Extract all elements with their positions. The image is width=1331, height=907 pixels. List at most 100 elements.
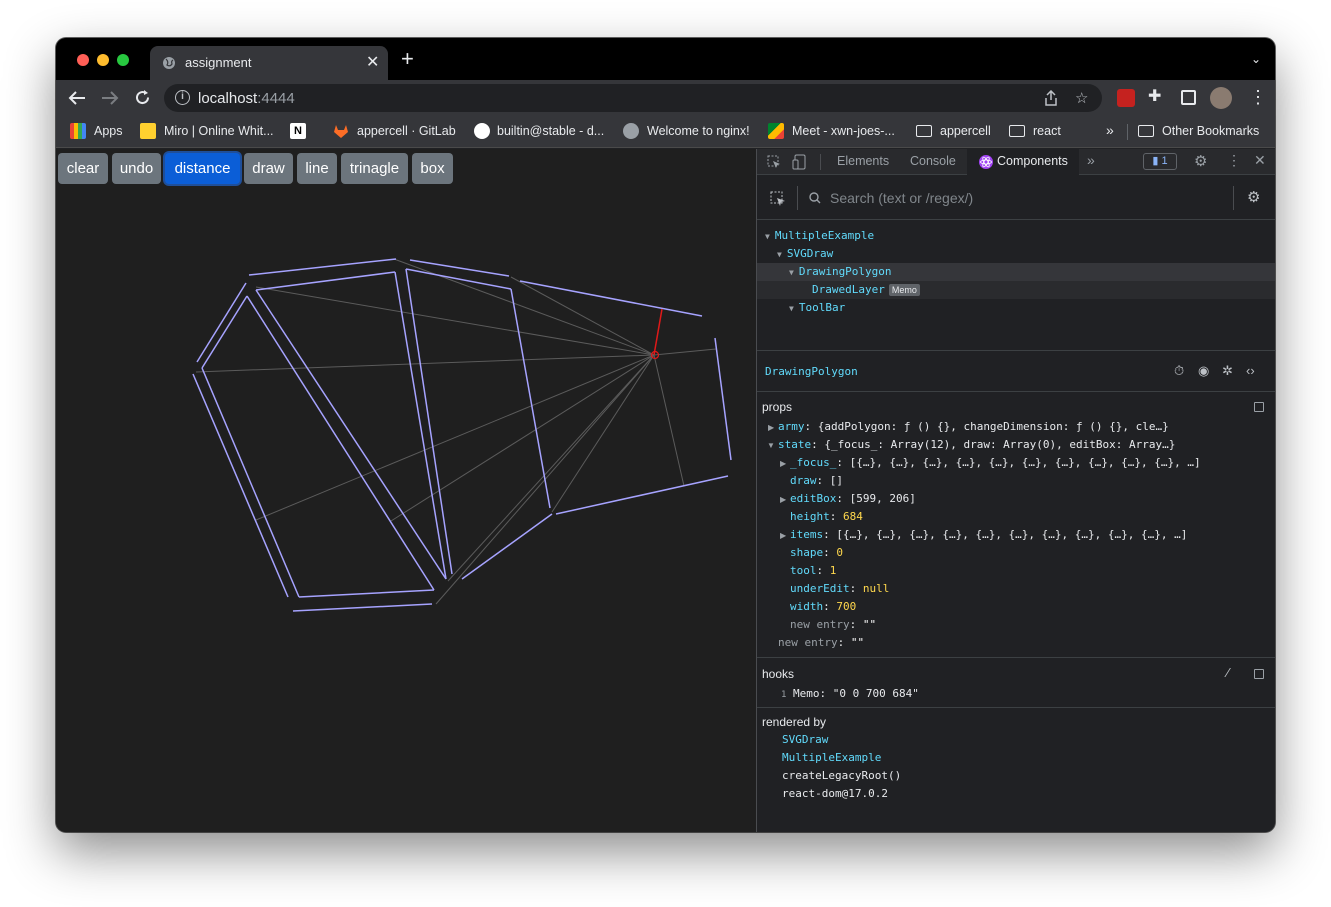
prop-state[interactable]: state: {_focus_: Array(12), draw: Array(… xyxy=(778,438,1175,451)
collapse-caret-icon[interactable]: ▼ xyxy=(767,441,775,450)
more-tabs-icon[interactable]: » xyxy=(1087,152,1095,168)
tab-console[interactable]: Console xyxy=(910,154,956,168)
rendered-by-link[interactable]: SVGDraw xyxy=(782,733,828,746)
prop-draw[interactable]: draw: [] xyxy=(790,474,843,487)
forward-icon[interactable] xyxy=(101,90,119,106)
select-component-icon[interactable] xyxy=(770,191,786,207)
devtools-panel: Elements Console Components » ▮ 1 ⚙ ⋮ ✕ xyxy=(756,149,1275,832)
bookmark-star-icon[interactable]: ☆ xyxy=(1075,89,1088,107)
triangle-button[interactable]: trinagle xyxy=(341,153,408,184)
tab-close-icon[interactable]: ✕ xyxy=(366,52,379,72)
bookmark-folder-react[interactable]: react xyxy=(1033,124,1061,138)
bookmark-apps[interactable]: Apps xyxy=(94,124,123,138)
magic-wand-icon[interactable]: ⁄ xyxy=(1227,665,1229,680)
bookmarks-divider xyxy=(1127,124,1128,140)
timer-icon[interactable]: ⏱ xyxy=(1174,363,1184,379)
prop-focus[interactable]: _focus_: [{…}, {…}, {…}, {…}, {…}, {…}, … xyxy=(790,456,1201,469)
inspect-element-icon[interactable] xyxy=(767,155,781,169)
tab-components[interactable]: Components xyxy=(997,154,1068,168)
back-icon[interactable] xyxy=(68,90,86,106)
copy-props-icon[interactable] xyxy=(1254,402,1264,412)
devtools-close-icon[interactable]: ✕ xyxy=(1254,152,1266,169)
bug-icon[interactable]: ✲ xyxy=(1222,363,1233,379)
extensions-puzzle-icon[interactable]: ✚ xyxy=(1148,87,1161,107)
prop-shape[interactable]: shape: 0 xyxy=(790,546,843,559)
tree-item[interactable]: ▼ ToolBar xyxy=(757,299,1275,317)
prop-tool[interactable]: tool: 1 xyxy=(790,564,836,577)
prop-new-entry[interactable]: new entry: "" xyxy=(778,636,864,649)
extension-red-icon[interactable] xyxy=(1117,89,1135,107)
bookmark-miro[interactable]: Miro | Online Whit... xyxy=(164,124,274,138)
rendered-by-link[interactable]: MultipleExample xyxy=(782,751,881,764)
component-search-input[interactable]: Search (text or /regex/) xyxy=(830,190,973,206)
browser-window: assignment ✕ + ⌄ i localhost:4444 ☆ ✚ ⋮ xyxy=(56,38,1275,832)
rendered-by-item: react-dom@17.0.2 xyxy=(782,787,888,800)
more-bookmarks-button[interactable]: » xyxy=(1106,122,1114,138)
section-divider xyxy=(757,657,1275,658)
browser-menu-icon[interactable]: ⋮ xyxy=(1249,87,1267,107)
expand-caret-icon[interactable]: ▶ xyxy=(768,423,774,432)
prop-items[interactable]: items: [{…}, {…}, {…}, {…}, {…}, {…}, {…… xyxy=(790,528,1187,541)
distance-button[interactable]: distance xyxy=(165,153,240,184)
side-panel-icon[interactable] xyxy=(1181,90,1196,105)
tree-item[interactable]: DrawedLayer Memo xyxy=(757,281,1275,299)
expand-caret-icon[interactable]: ▶ xyxy=(780,531,786,540)
window-maximize-button[interactable] xyxy=(117,54,129,66)
tab-search-icon[interactable]: ⌄ xyxy=(1251,52,1261,66)
tab-title: assignment xyxy=(185,55,252,70)
bookmark-gitlab[interactable]: appercell · GitLab xyxy=(357,124,456,138)
new-tab-button[interactable]: + xyxy=(401,48,414,70)
expand-caret-icon[interactable]: ▶ xyxy=(780,459,786,468)
share-icon[interactable] xyxy=(1044,90,1058,106)
component-settings-icon[interactable]: ⚙ xyxy=(1247,188,1260,206)
window-minimize-button[interactable] xyxy=(97,54,109,66)
miro-icon xyxy=(140,123,156,139)
browser-tab[interactable]: assignment ✕ xyxy=(150,46,388,80)
tree-item[interactable]: ▼ MultipleExample xyxy=(757,227,1275,245)
apps-grid-icon xyxy=(70,123,86,139)
eye-icon[interactable]: ◉ xyxy=(1198,363,1209,379)
guide-lines xyxy=(195,258,717,605)
browser-toolbar: i localhost:4444 ☆ ✚ ⋮ xyxy=(56,80,1275,116)
component-tree: ▼ MultipleExample ▼ SVGDraw ▼ DrawingPolygo… xyxy=(757,221,1275,351)
box-button[interactable]: box xyxy=(412,153,453,184)
profile-avatar[interactable] xyxy=(1210,87,1232,109)
devtools-settings-icon[interactable]: ⚙ xyxy=(1194,152,1207,170)
prop-height[interactable]: height: 684 xyxy=(790,510,863,523)
prop-army[interactable]: army: {addPolygon: ƒ () {}, changeDimens… xyxy=(778,420,1169,433)
bookmark-other[interactable]: Other Bookmarks xyxy=(1162,124,1259,138)
url-text[interactable]: localhost:4444 xyxy=(198,90,295,107)
bookmark-folder-appercell[interactable]: appercell xyxy=(940,124,991,138)
prop-new-entry-nested[interactable]: new entry: "" xyxy=(790,618,876,631)
copy-hooks-icon[interactable] xyxy=(1254,669,1264,679)
expand-caret-icon[interactable]: ▶ xyxy=(780,495,786,504)
tab-elements[interactable]: Elements xyxy=(837,154,889,168)
window-close-button[interactable] xyxy=(77,54,89,66)
tree-item[interactable]: ▼ SVGDraw xyxy=(757,245,1275,263)
bookmark-builtin[interactable]: builtin@stable - d... xyxy=(497,124,604,138)
device-toolbar-icon[interactable] xyxy=(792,154,806,170)
page-content: clear undo distance draw line trinagle b… xyxy=(56,149,756,832)
draw-button[interactable]: draw xyxy=(244,153,293,184)
bookmark-nginx[interactable]: Welcome to nginx! xyxy=(647,124,750,138)
undo-button[interactable]: undo xyxy=(112,153,161,184)
address-bar[interactable]: i localhost:4444 ☆ xyxy=(164,84,1102,112)
prop-underedit[interactable]: underEdit: null xyxy=(790,582,889,595)
bookmarks-bar: Apps Miro | Online Whit... N appercell ·… xyxy=(56,116,1275,148)
hook-memo[interactable]: 1 Memo: "0 0 700 684" xyxy=(781,687,919,700)
line-button[interactable]: line xyxy=(297,153,337,184)
source-code-icon[interactable]: ‹› xyxy=(1246,363,1255,378)
notion-icon[interactable]: N xyxy=(290,123,306,139)
prop-width[interactable]: width: 700 xyxy=(790,600,856,613)
prop-editbox[interactable]: editBox: [599, 206] xyxy=(790,492,916,505)
clear-button[interactable]: clear xyxy=(58,153,108,184)
tree-item-selected[interactable]: ▼ DrawingPolygon xyxy=(757,263,1275,281)
devtools-menu-icon[interactable]: ⋮ xyxy=(1227,152,1241,169)
reload-icon[interactable] xyxy=(134,89,151,106)
site-info-icon[interactable]: i xyxy=(175,90,190,105)
bookmark-meet[interactable]: Meet - xwn-joes-... xyxy=(792,124,895,138)
issues-badge[interactable]: ▮ 1 xyxy=(1143,153,1177,170)
selected-component-name: DrawingPolygon xyxy=(765,365,858,378)
react-icon xyxy=(979,155,993,169)
drawing-canvas[interactable] xyxy=(56,149,756,832)
